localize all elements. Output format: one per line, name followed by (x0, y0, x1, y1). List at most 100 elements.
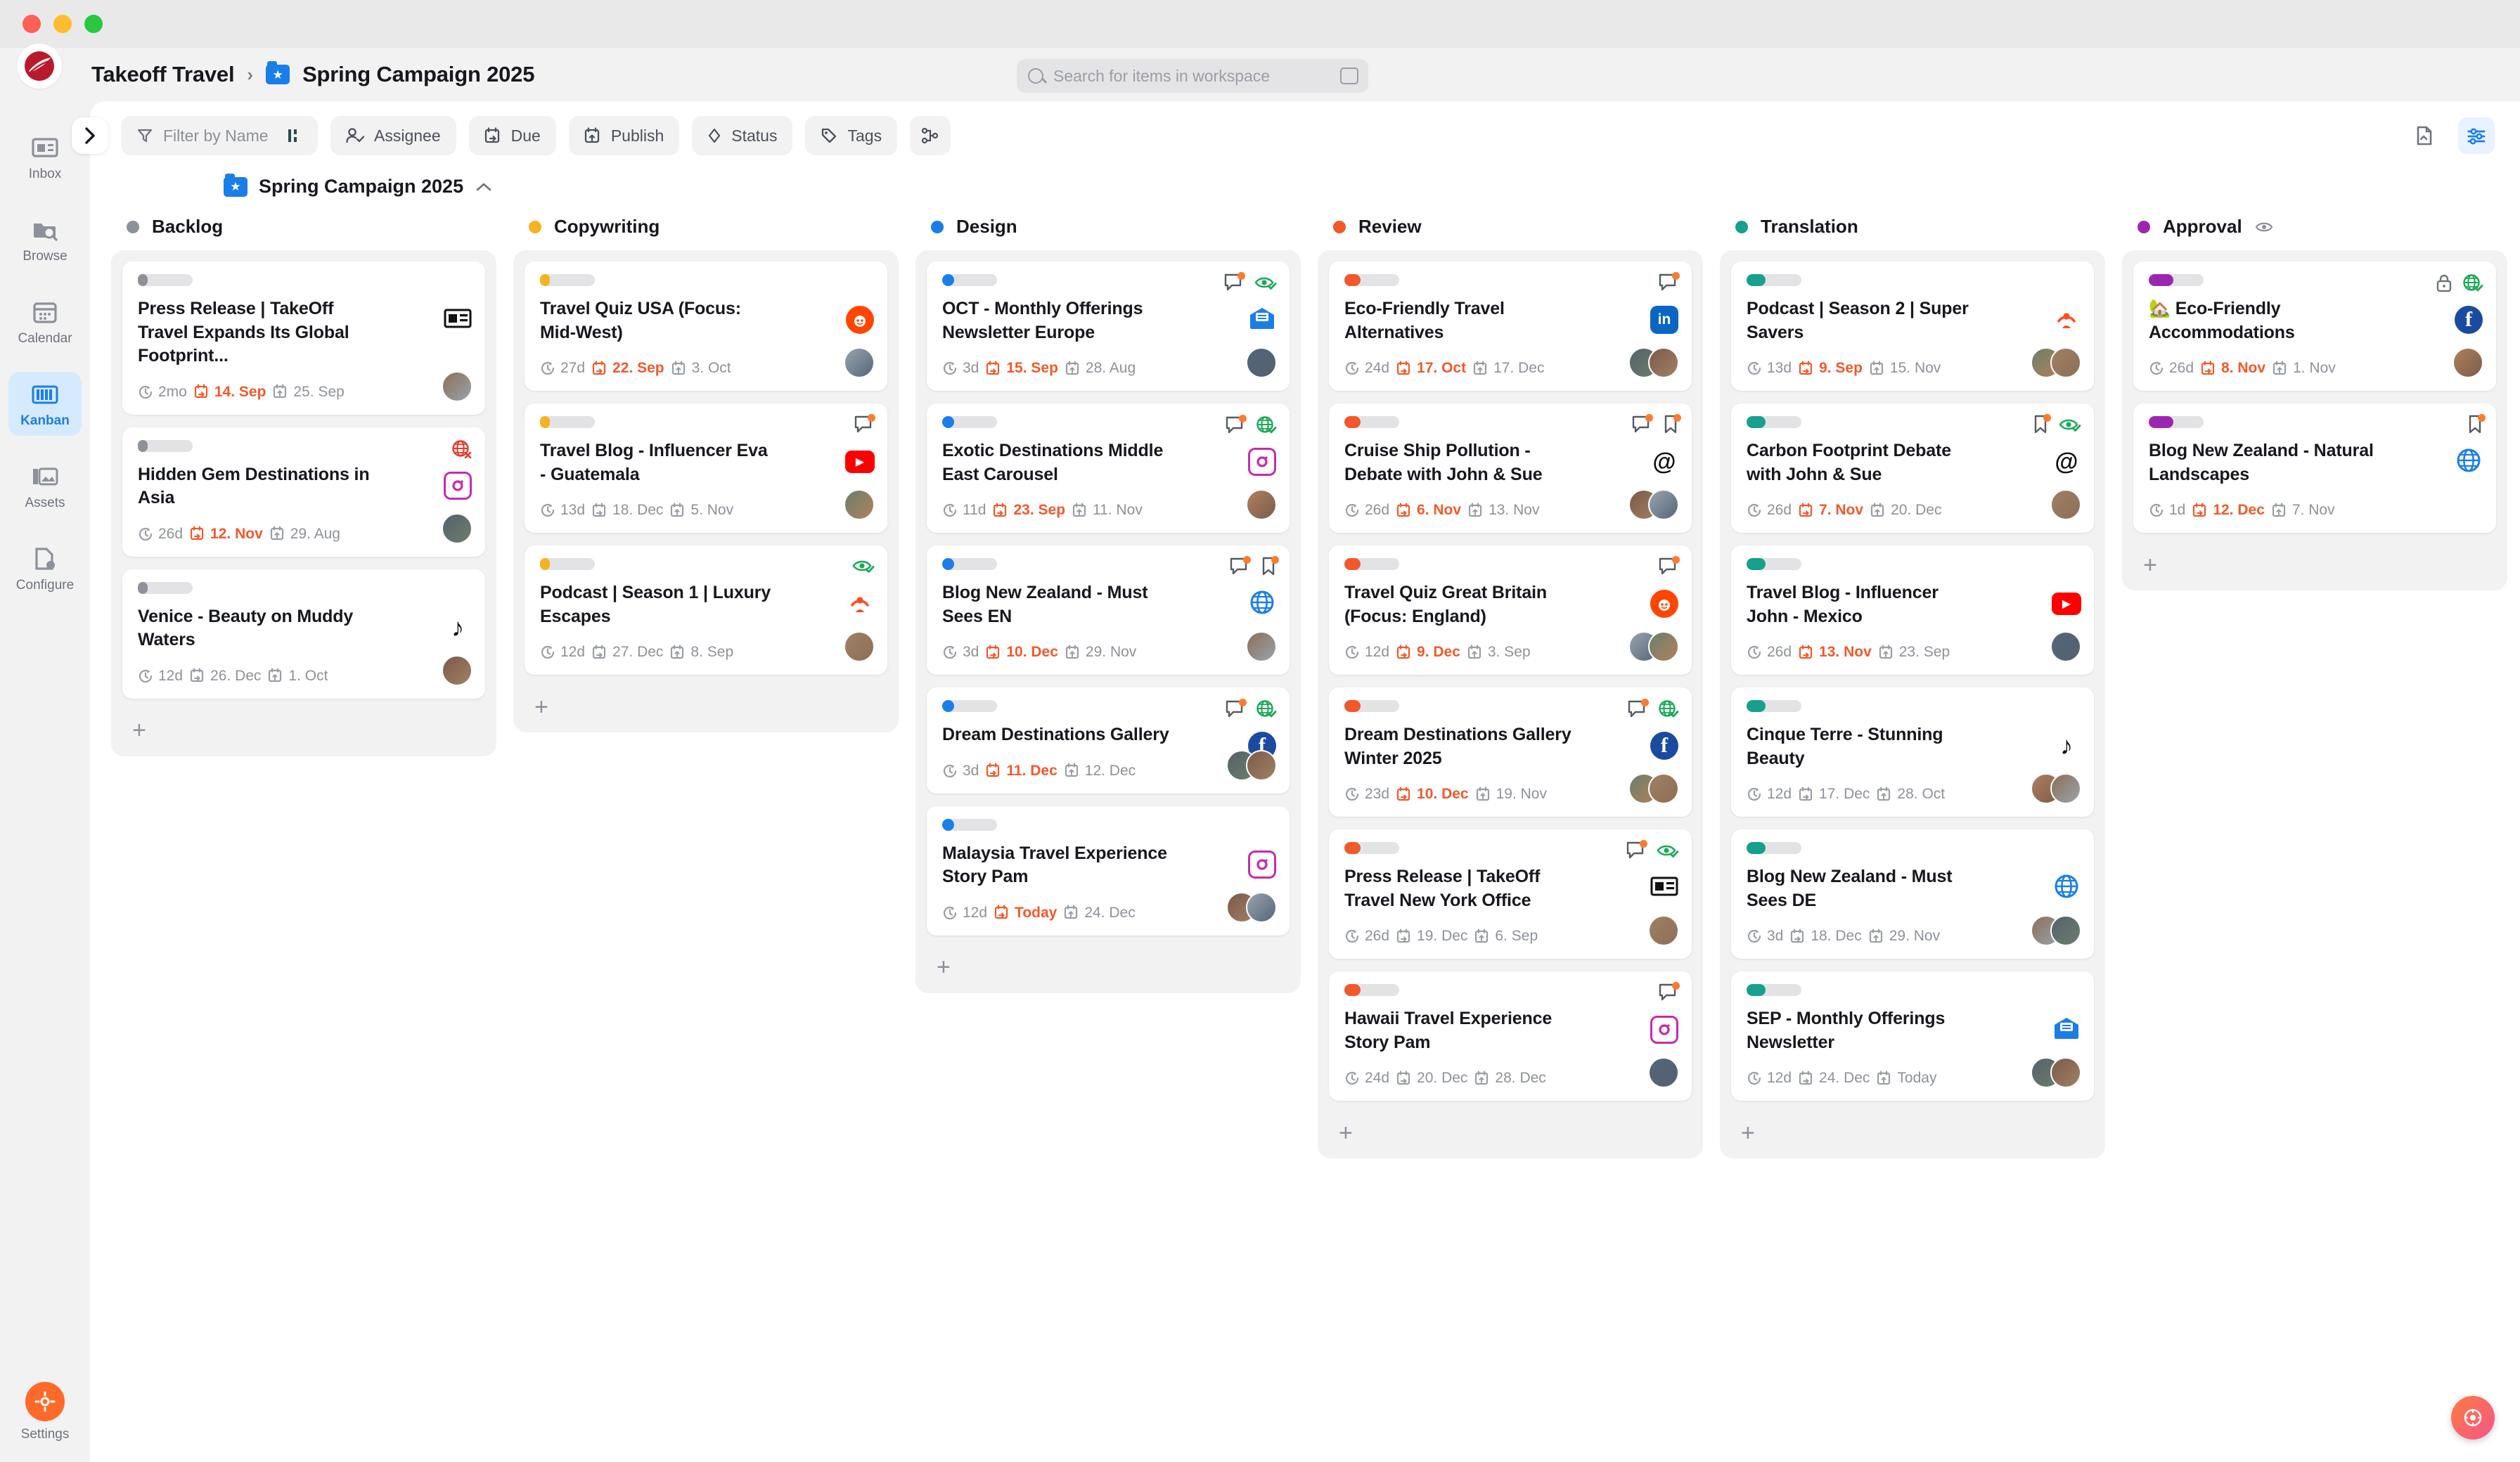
column-header[interactable]: Backlog (111, 213, 496, 250)
kanban-card[interactable]: Blog New Zealand - Natural Landscapes 1d… (2133, 403, 2496, 533)
reddit-icon[interactable] (846, 306, 874, 334)
expand-sidebar-button[interactable] (72, 117, 108, 154)
close-window-button[interactable] (22, 15, 41, 33)
eye-check-icon[interactable] (2059, 415, 2081, 437)
kanban-card[interactable]: Carbon Footprint Debate with John & Sue … (1731, 403, 2094, 533)
kanban-card[interactable]: Malaysia Travel Experience Story Pam 12d… (927, 806, 1290, 936)
kanban-card[interactable]: Podcast | Season 2 | Super Savers 13d 9.… (1731, 261, 2094, 391)
sidebar-item-browse[interactable]: Browse (8, 207, 82, 271)
comment-icon[interactable] (1626, 840, 1647, 864)
filter-by-name-input[interactable]: Filter by Name (121, 116, 318, 155)
add-card-button[interactable]: + (927, 948, 1290, 988)
bookmark-icon[interactable] (2467, 414, 2486, 438)
bookmark-icon[interactable] (1662, 414, 1681, 438)
tiktok-icon[interactable]: ♪ (2060, 733, 2073, 758)
card-channel-icon[interactable]: in (1650, 305, 1679, 335)
comment-icon[interactable] (1631, 414, 1653, 438)
news-icon[interactable] (444, 307, 472, 333)
card-channel-icon[interactable]: ▶ (2052, 589, 2081, 619)
kanban-card[interactable]: SEP - Monthly Offerings Newsletter 12d 2… (1731, 971, 2094, 1101)
sort-bars-icon[interactable] (287, 127, 302, 144)
chip-publish[interactable]: Publish (568, 116, 680, 155)
card-channel-icon[interactable] (1650, 873, 1679, 903)
kanban-card[interactable]: Dream Destinations Gallery 3d 11. Dec 12… (927, 687, 1290, 794)
board-group-header[interactable]: ★ Spring Campaign 2025 (111, 170, 2520, 213)
lock-icon[interactable] (2436, 273, 2452, 297)
add-card-button[interactable]: + (525, 687, 887, 727)
kanban-card[interactable]: Venice - Beauty on Muddy Waters 12d 26. … (122, 569, 485, 699)
avatar[interactable] (1648, 489, 1679, 520)
card-channel-icon[interactable] (2052, 305, 2081, 335)
news-icon[interactable] (1650, 875, 1678, 901)
settings-icon[interactable] (25, 1382, 65, 1421)
card-channel-icon[interactable] (1247, 589, 1277, 619)
comment-icon[interactable] (1658, 556, 1680, 580)
avatar[interactable] (1648, 1057, 1679, 1088)
facebook-icon[interactable]: f (2455, 306, 2483, 334)
kanban-card[interactable]: Hawaii Travel Experience Story Pam 24d 2… (1329, 971, 1692, 1101)
column-header[interactable]: Design (915, 213, 1301, 250)
avatar[interactable] (2050, 773, 2081, 804)
sidebar-item-kanban[interactable]: Kanban (8, 372, 82, 436)
chip-status[interactable]: Status (692, 116, 793, 155)
avatar[interactable] (1648, 915, 1679, 946)
card-channel-icon[interactable] (443, 471, 472, 500)
card-channel-icon[interactable] (1247, 447, 1277, 477)
sidebar-item-assets[interactable]: Assets (8, 454, 82, 518)
add-card-button[interactable]: + (2133, 545, 2496, 585)
kanban-card[interactable]: Press Release | TakeOff Travel New York … (1329, 829, 1692, 959)
avatar[interactable] (2050, 1057, 2081, 1088)
avatar[interactable] (1246, 347, 1277, 378)
kanban-card[interactable]: Dream Destinations Gallery Winter 2025 2… (1329, 687, 1692, 817)
bookmark-icon[interactable] (1260, 556, 1279, 580)
card-channel-icon[interactable]: ♪ (2052, 731, 2081, 761)
comment-icon[interactable] (854, 414, 875, 438)
search-input[interactable]: Search for items in workspace (1017, 59, 1368, 93)
instagram-icon[interactable] (1248, 448, 1276, 476)
chip-assignee[interactable]: Assignee (330, 116, 456, 155)
column-header[interactable]: Review (1318, 213, 1703, 250)
globe-check-icon[interactable] (2462, 273, 2483, 297)
avatar[interactable] (1648, 347, 1679, 378)
comment-icon[interactable] (1225, 415, 1247, 439)
avatar[interactable] (442, 654, 472, 686)
comment-icon[interactable] (1223, 272, 1245, 296)
threads-icon[interactable]: @ (2055, 450, 2078, 474)
card-channel-icon[interactable] (443, 305, 472, 335)
globe-check-icon[interactable] (1256, 699, 1277, 723)
globe-blue-icon[interactable] (1249, 589, 1275, 619)
avatar[interactable] (2050, 631, 2081, 662)
card-channel-icon[interactable] (2052, 873, 2081, 903)
export-button[interactable] (2406, 117, 2443, 154)
youtube-icon[interactable]: ▶ (2052, 593, 2081, 615)
avatar[interactable] (1648, 773, 1679, 804)
card-channel-icon[interactable]: ♪ (443, 613, 472, 642)
eye-check-icon[interactable] (1657, 841, 1679, 863)
kanban-card[interactable]: 🏡 Eco-Friendly Accommodations 26d 8. Nov… (2133, 261, 2496, 391)
comment-icon[interactable] (1229, 556, 1251, 580)
add-card-button[interactable]: + (1731, 1113, 2094, 1153)
newsletter-icon[interactable] (2052, 1016, 2081, 1044)
minimize-window-button[interactable] (53, 15, 72, 33)
sidebar-settings[interactable]: Settings (21, 1382, 69, 1442)
card-channel-icon[interactable]: @ (2052, 447, 2081, 477)
card-channel-icon[interactable] (2052, 1015, 2081, 1044)
column-header[interactable]: Copywriting (513, 213, 899, 250)
instagram-icon[interactable] (1248, 850, 1276, 879)
card-channel-icon[interactable] (1650, 589, 1679, 619)
kanban-card[interactable]: Travel Blog - Influencer Eva - Guatemala… (525, 403, 887, 533)
linkedin-icon[interactable]: in (1650, 306, 1678, 334)
tiktok-icon[interactable]: ♪ (451, 614, 464, 640)
bookmark-icon[interactable] (2032, 414, 2051, 438)
globe-check-icon[interactable] (1256, 415, 1277, 439)
chip-group-by[interactable] (910, 116, 951, 155)
column-header[interactable]: Translation (1720, 213, 2105, 250)
breadcrumb-workspace[interactable]: Takeoff Travel (91, 62, 235, 87)
podcast-icon[interactable] (846, 588, 874, 620)
view-settings-button[interactable] (2458, 117, 2495, 154)
avatar[interactable] (2050, 489, 2081, 520)
threads-icon[interactable]: @ (1652, 450, 1676, 474)
kanban-card[interactable]: Eco-Friendly Travel Alternatives 24d 17.… (1329, 261, 1692, 391)
avatar[interactable] (2050, 915, 2081, 946)
podcast-icon[interactable] (2052, 304, 2081, 336)
